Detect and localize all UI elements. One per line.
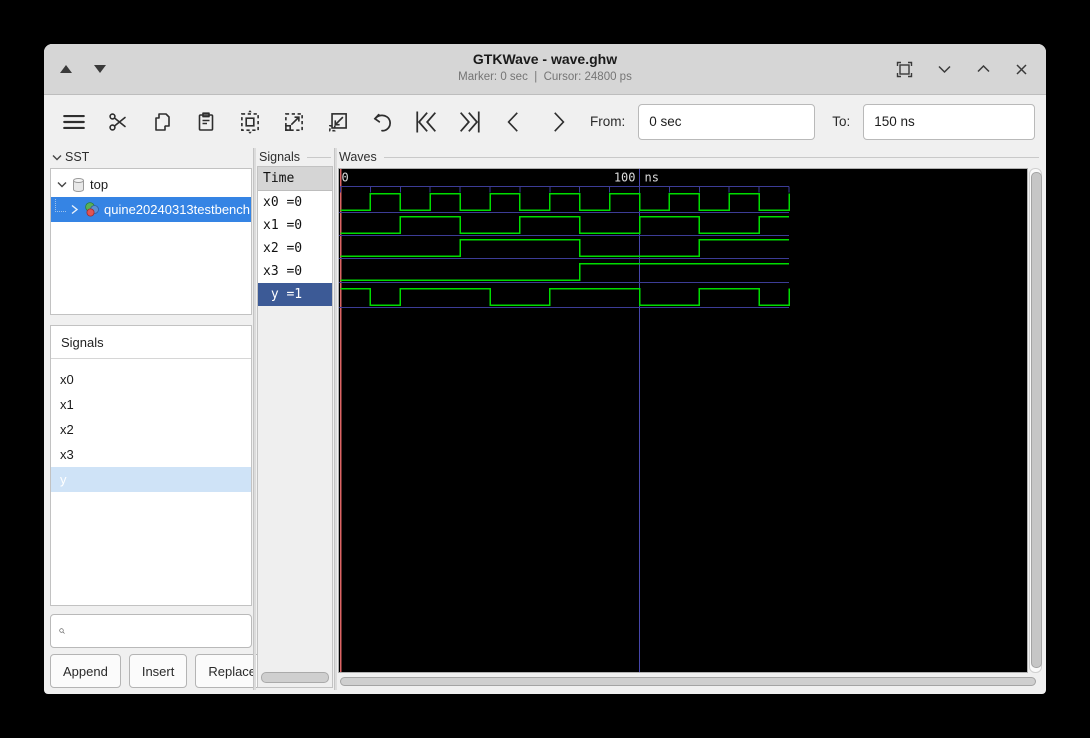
append-button[interactable]: Append [50, 654, 121, 688]
step-left-icon[interactable] [498, 106, 529, 137]
signal-item-x1[interactable]: x1 [51, 392, 251, 417]
zoom-in-icon[interactable] [278, 106, 309, 137]
minimize-icon[interactable] [937, 64, 952, 74]
tree-item-testbench[interactable]: quine20240313testbench [51, 197, 251, 222]
value-row-x0[interactable]: x0 =0 [258, 191, 332, 214]
search-input[interactable] [71, 614, 251, 648]
zoom-fit-icon[interactable] [234, 106, 265, 137]
value-row-x2[interactable]: x2 =0 [258, 237, 332, 260]
frame-line [307, 156, 331, 158]
paste-icon[interactable] [190, 106, 221, 137]
time-header[interactable]: Time [258, 167, 332, 191]
chevron-down-icon[interactable] [52, 154, 62, 161]
shade-up-icon[interactable] [60, 65, 72, 73]
from-input[interactable] [638, 103, 816, 140]
sst-tree: top quine20240313testbench [50, 168, 252, 315]
wave-vertical-scrollbar[interactable] [1029, 168, 1042, 673]
scrollbar-thumb[interactable] [1031, 172, 1042, 668]
go-to-end-icon[interactable] [454, 106, 485, 137]
marker-status: Marker: 0 sec [458, 71, 528, 83]
gtkwave-window: GTKWave - wave.ghw Marker: 0 sec | Curso… [44, 44, 1046, 694]
expander-down-icon[interactable] [57, 181, 67, 188]
tree-guide-line [55, 199, 66, 212]
values-panel: Time x0 =0 x1 =0 x2 =0 x3 =0 y =1 [257, 166, 333, 688]
toolbar: From: To: [44, 95, 1046, 148]
menu-icon[interactable] [58, 106, 89, 137]
close-icon[interactable] [1015, 63, 1028, 76]
tree-item-top[interactable]: top [51, 172, 251, 197]
signal-item-x2[interactable]: x2 [51, 417, 251, 442]
splitter-right[interactable] [334, 148, 337, 690]
cut-icon[interactable] [102, 106, 133, 137]
tree-item-label: top [90, 177, 109, 192]
waveform-canvas[interactable]: 0 100 ns [339, 169, 1027, 672]
expander-right-icon[interactable] [70, 204, 79, 215]
waves-header: Waves [339, 150, 1039, 164]
svg-text:0: 0 [342, 171, 349, 185]
zoom-undo-icon[interactable] [366, 106, 397, 137]
scrollbar-thumb[interactable] [340, 677, 1036, 686]
signal-item-y[interactable]: y [51, 467, 251, 492]
values-panel-header: Signals [259, 150, 331, 164]
values-horizontal-scrollbar[interactable] [261, 672, 329, 683]
wave-horizontal-scrollbar[interactable] [340, 677, 1036, 688]
step-right-icon[interactable] [542, 106, 573, 137]
go-to-start-icon[interactable] [410, 106, 441, 137]
copy-icon[interactable] [146, 106, 177, 137]
cursor-status: Cursor: 24800 ps [543, 71, 632, 83]
signals-list-panel: Signals x0 x1 x2 x3 y [50, 325, 252, 606]
signal-item-x3[interactable]: x3 [51, 442, 251, 467]
signal-actions: Append Insert Replace [50, 654, 270, 688]
svg-text:ns: ns [645, 171, 659, 185]
value-row-y[interactable]: y =1 [258, 283, 332, 306]
to-input[interactable] [863, 103, 1036, 140]
zoom-out-icon[interactable] [322, 106, 353, 137]
fullscreen-icon[interactable] [896, 61, 913, 78]
from-label: From: [590, 114, 626, 129]
tree-item-label: quine20240313testbench [104, 202, 251, 217]
signals-list-header: Signals [51, 326, 251, 359]
value-row-x3[interactable]: x3 =0 [258, 260, 332, 283]
shade-down-icon[interactable] [94, 65, 106, 73]
titlebar[interactable]: GTKWave - wave.ghw Marker: 0 sec | Curso… [44, 44, 1046, 95]
wave-area[interactable]: 0 100 ns [338, 168, 1028, 673]
splitter-left[interactable] [253, 148, 256, 690]
maximize-icon[interactable] [976, 64, 991, 74]
frame-line [383, 156, 1039, 158]
to-label: To: [832, 114, 851, 129]
module-icon [85, 202, 99, 217]
value-row-x1[interactable]: x1 =0 [258, 214, 332, 237]
database-icon [73, 177, 84, 192]
signal-item-x0[interactable]: x0 [51, 367, 251, 392]
search-icon [59, 628, 65, 634]
svg-text:100: 100 [614, 171, 636, 185]
sst-header: SST [52, 150, 89, 164]
insert-button[interactable]: Insert [128, 654, 188, 688]
signal-search-box[interactable] [50, 614, 252, 648]
status-separator: | [534, 71, 538, 83]
